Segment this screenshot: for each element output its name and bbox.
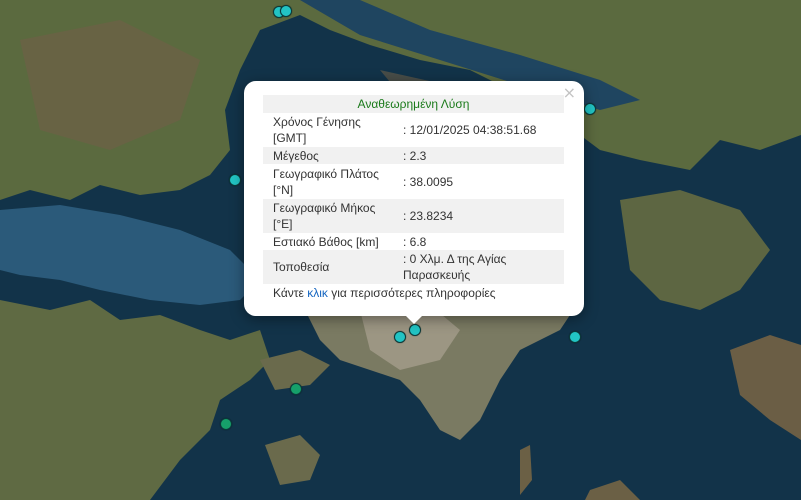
info-row-depth: Εστιακό Βάθος [km] : 6.8 <box>263 233 564 250</box>
earthquake-marker[interactable] <box>280 5 292 17</box>
earthquake-marker-selected[interactable] <box>409 324 421 336</box>
earthquake-marker[interactable] <box>394 331 406 343</box>
popup-title-row: Αναθεωρημένη Λύση <box>263 95 564 113</box>
close-icon[interactable]: × <box>563 85 576 101</box>
info-label: Γεωγραφικό Πλάτος [°N] <box>273 166 379 197</box>
earthquake-marker[interactable] <box>584 103 596 115</box>
earthquake-marker[interactable] <box>220 418 232 430</box>
info-row-origin-time: Χρόνος Γένησης [GMT] : 12/01/2025 04:38:… <box>263 113 564 147</box>
earthquake-info-popup: × Αναθεωρημένη Λύση Χρόνος Γένησης [GMT]… <box>244 81 584 316</box>
more-info-link[interactable]: κλικ <box>307 286 328 300</box>
info-value: : 23.8234 <box>393 199 564 233</box>
info-row-magnitude: Μέγεθος : 2.3 <box>263 147 564 164</box>
earthquake-info-table: Αναθεωρημένη Λύση Χρόνος Γένησης [GMT] :… <box>263 95 564 284</box>
earthquake-marker[interactable] <box>229 174 241 186</box>
more-info-prefix: Κάντε <box>273 286 308 300</box>
info-label: Εστιακό Βάθος [km] <box>273 234 379 249</box>
more-info-line: Κάντε κλικ για περισσότερες πληροφορίες <box>273 286 496 300</box>
info-label: Τοποθεσία <box>263 250 393 284</box>
more-info-suffix: για περισσότερες πληροφορίες <box>327 286 496 300</box>
info-row-latitude: Γεωγραφικό Πλάτος [°N] : 38.0095 <box>263 164 564 199</box>
info-row-longitude: Γεωγραφικό Μήκος [°E] : 23.8234 <box>263 199 564 233</box>
info-value: : 2.3 <box>393 147 564 164</box>
info-value: : 12/01/2025 04:38:51.68 <box>403 123 537 137</box>
earthquake-marker[interactable] <box>569 331 581 343</box>
info-label: Γεωγραφικό Μήκος [°E] <box>263 199 393 233</box>
info-value: : 6.8 <box>403 234 427 249</box>
info-row-location: Τοποθεσία : 0 Χλμ. Δ της Αγίας Παρασκευή… <box>263 250 564 284</box>
info-label: Μέγεθος <box>263 147 393 164</box>
info-value: : 0 Χλμ. Δ της Αγίας Παρασκευής <box>393 250 564 284</box>
info-label: Χρόνος Γένησης [GMT] <box>273 115 361 145</box>
info-value: : 38.0095 <box>403 174 454 189</box>
earthquake-marker[interactable] <box>290 383 302 395</box>
popup-tip <box>404 314 424 324</box>
popup-title: Αναθεωρημένη Λύση <box>263 95 564 113</box>
